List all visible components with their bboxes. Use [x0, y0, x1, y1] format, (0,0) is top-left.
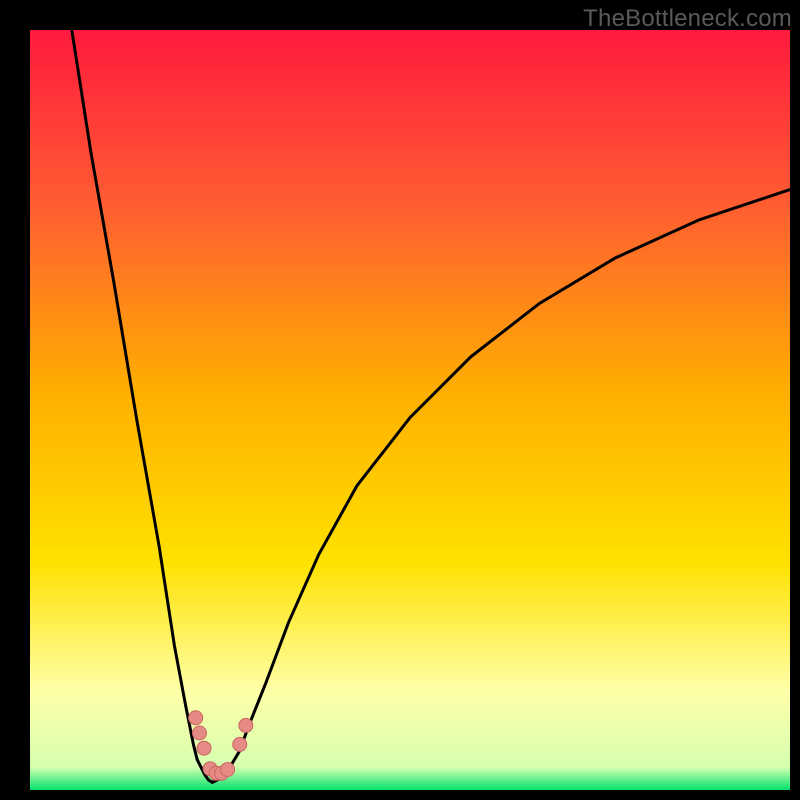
- chart-frame: TheBottleneck.com: [0, 0, 800, 800]
- plot-area: [30, 30, 790, 790]
- gradient-background: [30, 30, 790, 790]
- bottleneck-curve-chart: [30, 30, 790, 790]
- data-marker: [192, 726, 206, 740]
- data-marker: [239, 718, 253, 732]
- data-marker: [221, 762, 235, 776]
- data-marker: [197, 741, 211, 755]
- data-marker: [189, 711, 203, 725]
- watermark-text: TheBottleneck.com: [583, 5, 792, 33]
- data-marker: [233, 737, 247, 751]
